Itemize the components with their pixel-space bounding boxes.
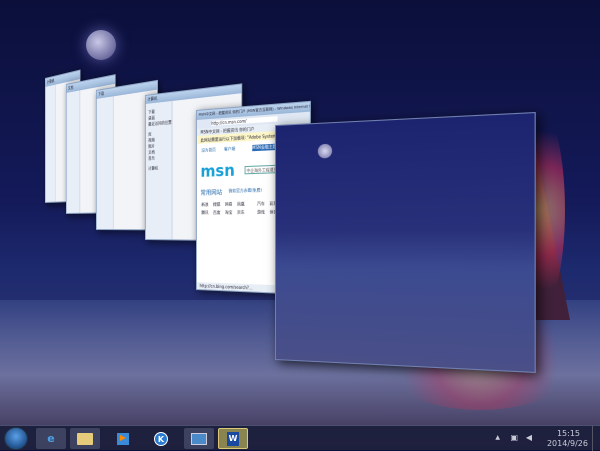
taskbar-media-player-icon[interactable]: ▶ [108, 428, 138, 449]
volume-icon[interactable]: ◀ [526, 433, 532, 442]
site-link[interactable]: 凤凰 [237, 201, 245, 207]
msn-logo: msn [200, 160, 235, 181]
site-link[interactable]: 京东 [237, 209, 245, 215]
link-set-homepage[interactable]: 设为首页 [201, 147, 215, 154]
site-link[interactable]: 汽车 [257, 201, 265, 207]
window-desktop-preview[interactable] [275, 111, 536, 374]
taskbar-remote-desktop-icon[interactable] [184, 428, 214, 449]
folder-icon [77, 432, 93, 445]
taskbar-kugou-icon[interactable]: K [146, 428, 176, 449]
promo-link[interactable]: 微软官方赤霉(免费) [229, 187, 262, 194]
show-hidden-icons[interactable]: ▲ [495, 434, 500, 441]
start-button[interactable] [4, 427, 28, 450]
clock-time[interactable]: 15:15 [557, 429, 580, 438]
section-heading: 常用网站 [200, 189, 223, 197]
show-desktop-button[interactable] [592, 426, 600, 451]
site-link[interactable]: 游戏 [257, 209, 265, 215]
site-link[interactable]: 新浪 [201, 202, 208, 208]
site-link[interactable]: 网易 [225, 201, 232, 207]
word-icon: W [227, 431, 239, 446]
monitor-icon [191, 432, 207, 445]
site-link[interactable]: 腾讯 [201, 210, 208, 216]
clock-date[interactable]: 2014/9/26 [547, 439, 588, 448]
taskbar-explorer-icon[interactable] [70, 428, 100, 449]
network-icon[interactable]: ▣ [510, 433, 518, 442]
site-link[interactable]: 百度 [213, 210, 220, 216]
k-icon: K [154, 431, 168, 446]
site-link[interactable]: 淘宝 [225, 210, 232, 216]
play-icon: ▶ [117, 432, 129, 445]
preview-moon [317, 143, 333, 159]
site-link[interactable]: 搜狐 [213, 202, 220, 208]
link-client[interactable]: 客户端 [224, 146, 235, 153]
taskbar-word-icon[interactable]: W [218, 428, 248, 449]
status-bar: http://cn.bing.com/search?... [199, 283, 253, 291]
taskbar: e ▶ K W ▲ ▣ ◀ 15:15 2014/9/26 [0, 425, 600, 451]
taskbar-ie-icon[interactable]: e [36, 428, 66, 449]
